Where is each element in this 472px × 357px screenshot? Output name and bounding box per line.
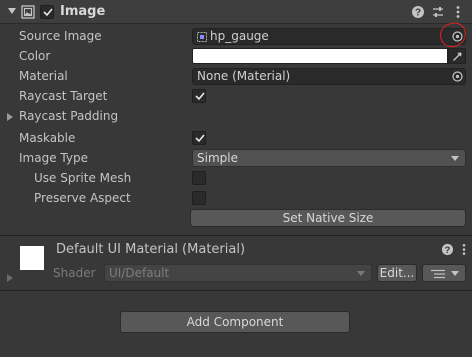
- image-type-label: Image Type: [19, 151, 88, 165]
- presets-icon[interactable]: [431, 5, 445, 19]
- component-header[interactable]: Image ?: [0, 0, 472, 24]
- use-sprite-mesh-label: Use Sprite Mesh: [34, 171, 132, 185]
- material-foldout-icon[interactable]: [7, 274, 13, 282]
- image-type-dropdown[interactable]: Simple: [192, 149, 466, 167]
- material-field[interactable]: None (Material): [192, 68, 466, 85]
- material-help-icon[interactable]: ?: [441, 243, 454, 256]
- list-icon: [431, 269, 445, 279]
- red-annotation-circle: [437, 20, 469, 50]
- shader-options-button[interactable]: [422, 264, 466, 282]
- shader-label: Shader: [53, 266, 96, 280]
- more-options-icon[interactable]: [451, 5, 465, 19]
- material-more-icon[interactable]: [458, 243, 470, 256]
- material-title: Default UI Material (Material): [56, 242, 246, 257]
- set-native-size-button[interactable]: Set Native Size: [190, 209, 466, 227]
- shader-value: UI/Default: [109, 266, 170, 280]
- source-image-label: Source Image: [19, 29, 102, 43]
- dropdown-arrow-icon: [451, 271, 459, 276]
- source-image-value: hp_gauge: [210, 29, 269, 43]
- sprite-icon: [197, 32, 207, 42]
- component-enabled-checkbox[interactable]: [40, 5, 54, 19]
- material-preview-swatch: [20, 246, 44, 270]
- object-picker-icon[interactable]: [452, 71, 463, 82]
- add-component-button[interactable]: Add Component: [120, 311, 350, 333]
- color-label: Color: [19, 49, 51, 63]
- raycast-padding-foldout-icon[interactable]: [7, 113, 13, 121]
- eyedropper-button[interactable]: [448, 48, 466, 64]
- preserve-aspect-label: Preserve Aspect: [34, 191, 131, 205]
- maskable-checkbox[interactable]: [192, 131, 206, 145]
- material-value: None (Material): [197, 69, 291, 83]
- image-component-icon: [21, 5, 35, 19]
- svg-text:?: ?: [415, 8, 421, 19]
- help-icon[interactable]: ?: [411, 5, 425, 19]
- section-divider: [0, 235, 472, 236]
- use-sprite-mesh-checkbox[interactable]: [192, 171, 206, 185]
- section-divider: [0, 290, 472, 291]
- maskable-label: Maskable: [19, 131, 76, 145]
- material-label: Material: [19, 69, 68, 83]
- edit-shader-button[interactable]: Edit...: [377, 264, 417, 282]
- svg-text:?: ?: [445, 245, 451, 255]
- dropdown-arrow-icon: [451, 156, 459, 161]
- dropdown-arrow-icon: [357, 271, 365, 276]
- color-swatch-field[interactable]: [192, 48, 448, 64]
- image-type-value: Simple: [197, 151, 238, 165]
- component-title: Image: [60, 4, 106, 19]
- raycast-padding-label[interactable]: Raycast Padding: [19, 109, 118, 123]
- raycast-target-checkbox[interactable]: [192, 89, 206, 103]
- source-image-field[interactable]: hp_gauge: [192, 28, 466, 45]
- shader-dropdown[interactable]: UI/Default: [104, 264, 372, 282]
- preserve-aspect-checkbox[interactable]: [192, 191, 206, 205]
- raycast-target-label: Raycast Target: [19, 89, 108, 103]
- eyedropper-icon: [453, 52, 462, 61]
- foldout-arrow-icon[interactable]: [8, 8, 16, 14]
